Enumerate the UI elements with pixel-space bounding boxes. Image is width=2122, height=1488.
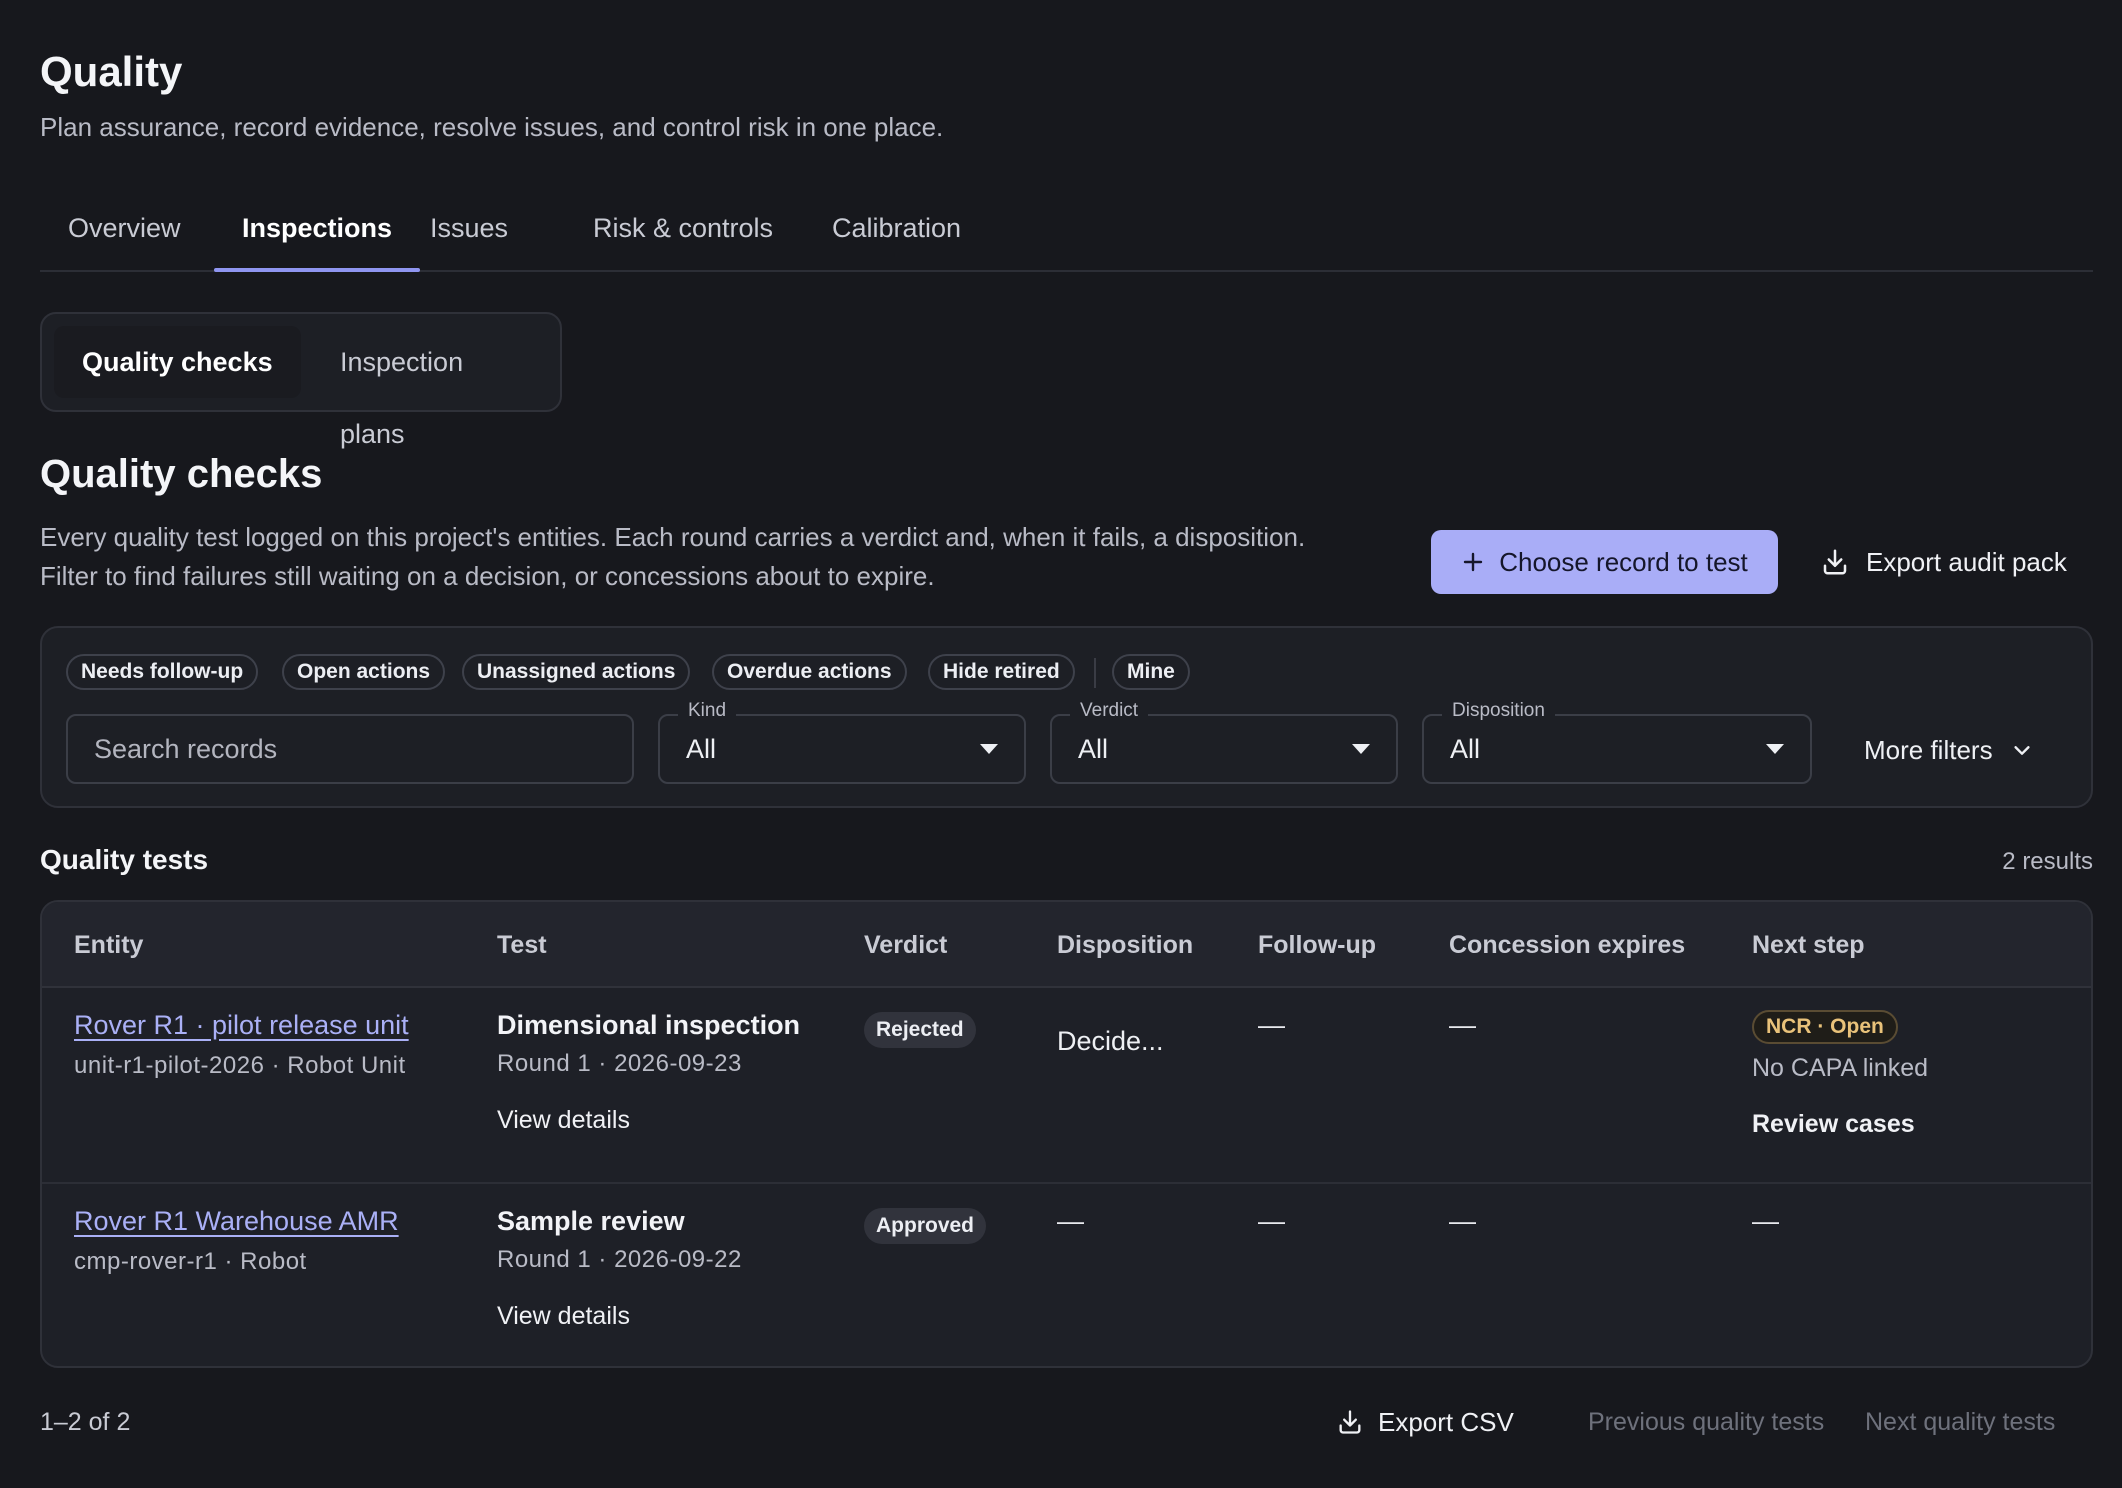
chip-open-actions[interactable]: Open actions — [282, 654, 446, 690]
table-row: Rover R1 Warehouse AMR cmp-rover-r1 · Ro… — [42, 1182, 2091, 1366]
verdict-select[interactable]: Verdict All — [1050, 700, 1398, 784]
export-audit-pack-button[interactable]: Export audit pack — [1812, 530, 2075, 594]
export-csv-label: Export CSV — [1378, 1406, 1514, 1437]
segment-quality-checks[interactable]: Quality checks — [54, 326, 301, 398]
chip-mine[interactable]: Mine — [1112, 654, 1190, 690]
entity-meta: unit-r1-pilot-2026 · Robot Unit — [74, 1052, 406, 1079]
test-meta: Round 1 · 2026-09-22 — [497, 1246, 742, 1273]
column-concession-expires: Concession expires — [1449, 931, 1686, 959]
section-title: Quality checks — [40, 452, 323, 496]
export-csv-button[interactable]: Export CSV — [1336, 1400, 1514, 1444]
concession-value: — — [1449, 1206, 1476, 1236]
chip-divider — [1094, 658, 1096, 688]
capa-status: No CAPA linked — [1752, 1054, 1929, 1082]
chip-needs-follow-up[interactable]: Needs follow-up — [66, 654, 259, 690]
page-title: Quality — [40, 48, 183, 95]
entity-meta: cmp-rover-r1 · Robot — [74, 1248, 307, 1275]
main-tabs: Overview Inspections Issues Risk & contr… — [40, 200, 2093, 272]
verdict-value: All — [1078, 734, 1109, 764]
next-step-value: — — [1752, 1206, 1779, 1236]
download-icon — [1336, 1408, 1364, 1436]
disposition-value: All — [1450, 734, 1481, 764]
download-icon — [1820, 547, 1850, 577]
tab-overview[interactable]: Overview — [40, 212, 209, 270]
list-title: Quality tests — [40, 844, 209, 875]
verdict-badge: Rejected — [864, 1012, 976, 1048]
view-segmented-control: Quality checks Inspection plans — [40, 312, 562, 449]
follow-up-value: — — [1258, 1206, 1285, 1236]
previous-page-button[interactable]: Previous quality tests — [1588, 1408, 1824, 1437]
table-header: Entity Test Verdict Disposition Follow-u… — [42, 902, 2091, 988]
choose-record-label: Choose record to test — [1499, 546, 1748, 577]
column-next-step: Next step — [1752, 931, 1865, 959]
caret-down-icon — [1352, 744, 1370, 754]
view-details-link[interactable]: View details — [497, 1106, 630, 1135]
pagination-range: 1–2 of 2 — [40, 1408, 131, 1436]
chip-unassigned-actions[interactable]: Unassigned actions — [462, 654, 691, 690]
column-test: Test — [497, 931, 547, 959]
test-name: Dimensional inspection — [497, 1010, 801, 1040]
search-input[interactable] — [66, 714, 634, 784]
choose-record-button[interactable]: Choose record to test — [1431, 530, 1778, 594]
tab-calibration[interactable]: Calibration — [804, 212, 989, 270]
chip-hide-retired[interactable]: Hide retired — [928, 654, 1075, 690]
review-cases-button[interactable]: Review cases — [1752, 1110, 1915, 1139]
tab-risk-controls[interactable]: Risk & controls — [565, 212, 801, 270]
chip-overdue-actions[interactable]: Overdue actions — [712, 654, 907, 690]
test-meta: Round 1 · 2026-09-23 — [497, 1050, 742, 1077]
disposition-select[interactable]: Disposition All — [1422, 700, 1812, 784]
test-name: Sample review — [497, 1206, 685, 1236]
concession-value: — — [1449, 1010, 1476, 1040]
disposition-decide-button[interactable]: Decide... — [1057, 1026, 1164, 1057]
column-follow-up: Follow-up — [1258, 931, 1377, 959]
more-filters-label: More filters — [1864, 734, 1993, 765]
entity-link[interactable]: Rover R1 Warehouse AMR — [74, 1206, 399, 1237]
section-description: Every quality test logged on this projec… — [40, 522, 1306, 591]
kind-select[interactable]: Kind All — [658, 700, 1026, 784]
caret-down-icon — [1766, 744, 1784, 754]
quality-tests-table: Entity Test Verdict Disposition Follow-u… — [40, 900, 2093, 1368]
follow-up-value: — — [1258, 1010, 1285, 1040]
table-row: Rover R1 · pilot release unit unit-r1-pi… — [42, 988, 2091, 1182]
tab-inspections[interactable]: Inspections — [214, 212, 421, 272]
plus-icon — [1461, 550, 1485, 574]
page-subtitle: Plan assurance, record evidence, resolve… — [40, 112, 944, 142]
view-details-link[interactable]: View details — [497, 1302, 630, 1331]
verdict-badge: Approved — [864, 1208, 987, 1244]
result-count: 2 results — [2002, 848, 2093, 875]
next-page-button[interactable]: Next quality tests — [1865, 1408, 2055, 1437]
column-verdict: Verdict — [864, 931, 948, 959]
caret-down-icon — [980, 744, 998, 754]
tab-issues[interactable]: Issues — [402, 212, 536, 270]
segment-inspection-plans[interactable]: Inspection plans — [312, 326, 560, 449]
column-entity: Entity — [74, 931, 144, 959]
chevron-down-icon — [2011, 739, 2033, 761]
ncr-status-badge: NCR · Open — [1752, 1010, 1898, 1044]
kind-value: All — [686, 734, 717, 764]
column-disposition: Disposition — [1057, 931, 1194, 959]
entity-link[interactable]: Rover R1 · pilot release unit — [74, 1010, 409, 1041]
export-audit-pack-label: Export audit pack — [1866, 546, 2067, 577]
disposition-value: — — [1057, 1206, 1084, 1236]
more-filters-button[interactable]: More filters — [1864, 722, 2033, 778]
filter-panel: Needs follow-up Open actions Unassigned … — [40, 626, 2093, 808]
